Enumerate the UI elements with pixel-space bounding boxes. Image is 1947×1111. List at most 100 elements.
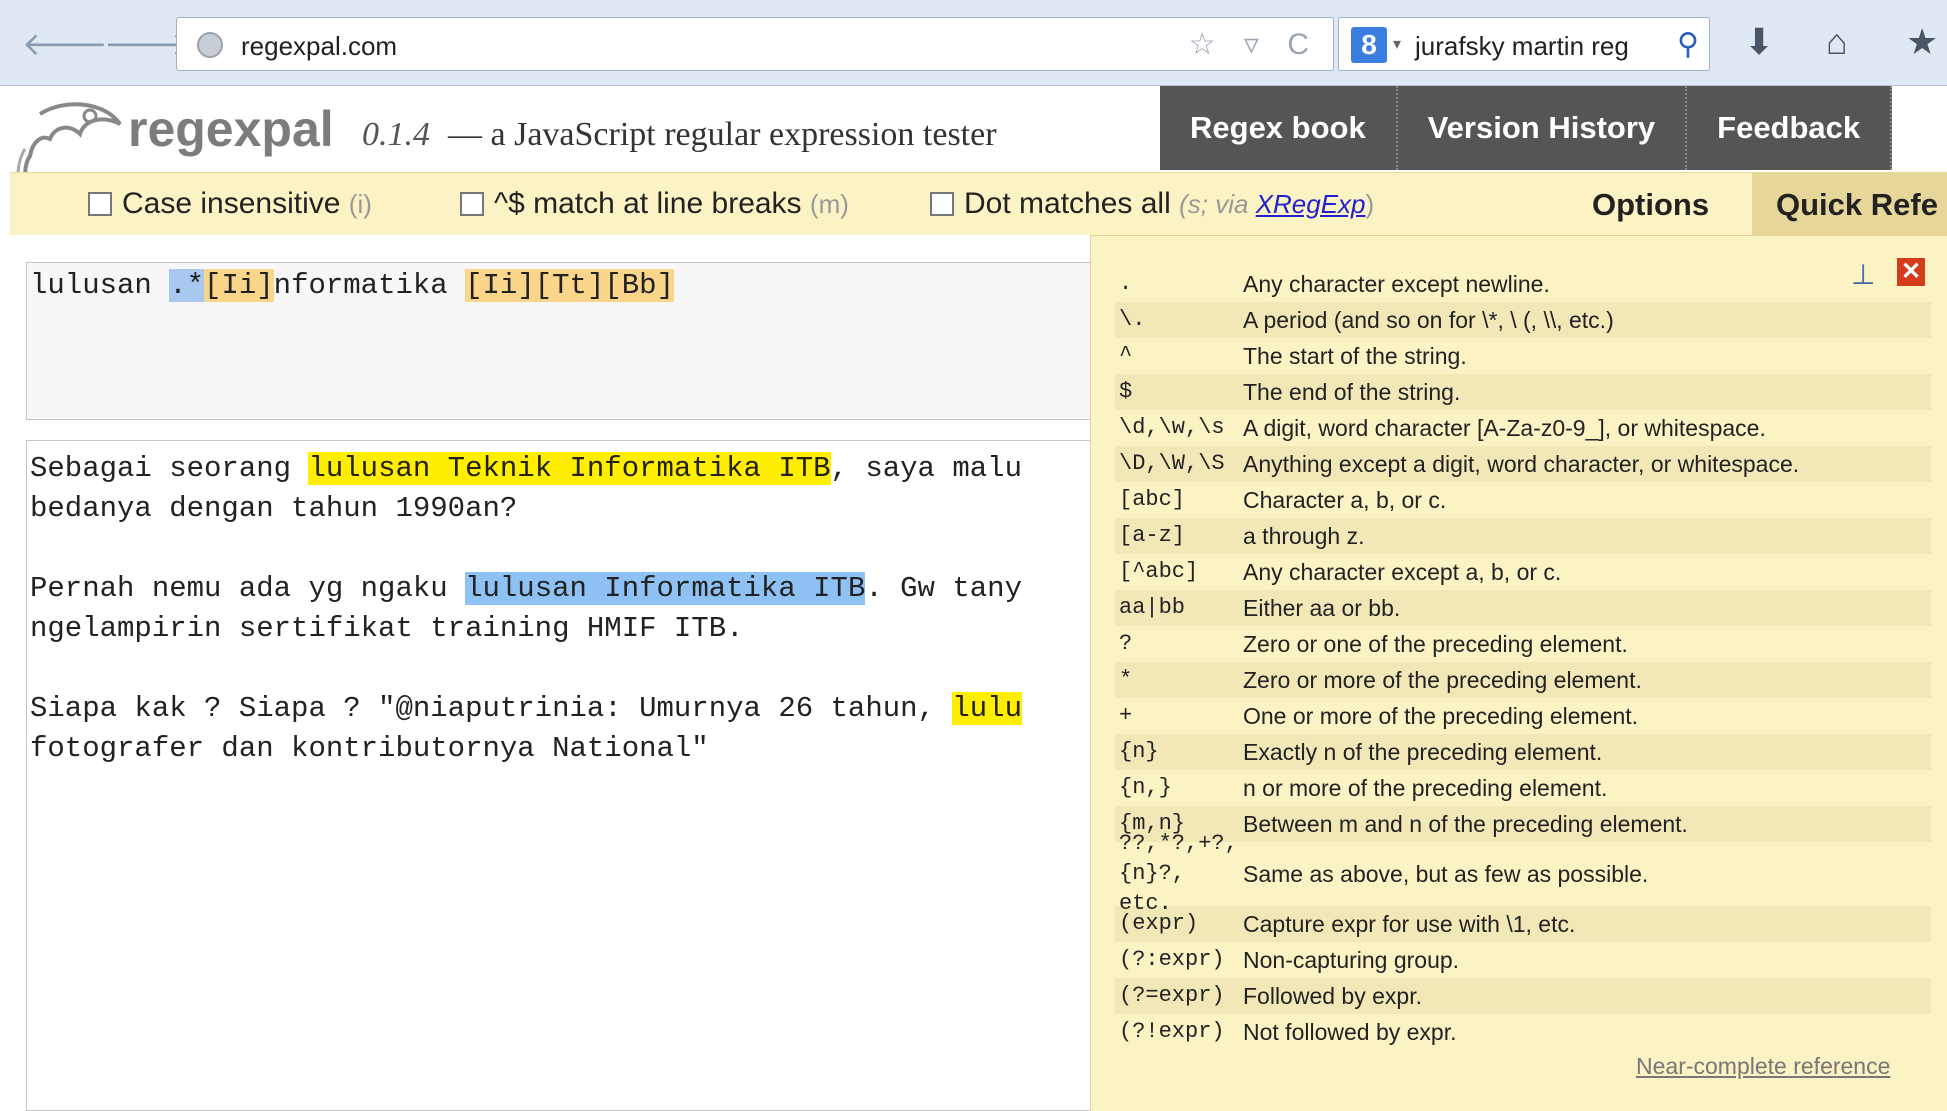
regex-input[interactable]: lulusan .*[Ii]nformatika [Ii][Tt][Bb] — [26, 262, 1096, 420]
text-line: fotografer dan kontributornya National" — [30, 732, 709, 765]
top-nav: Regex book Version History Feedback — [1160, 86, 1893, 170]
reference-row: aa|bb Either aa or bb. — [1115, 590, 1931, 626]
dot-all-option[interactable]: Dot matches all (s; via XRegExp) — [930, 187, 1374, 221]
reference-description: Either aa or bb. — [1243, 594, 1401, 621]
text-run: Sebagai seorang — [30, 452, 309, 485]
download-icon[interactable]: ⬇ — [1744, 22, 1774, 62]
reference-row: ??,*?,+?, {n}?, etc. Same as above, but a… — [1115, 831, 1931, 916]
reference-symbol: \D,\W,\S — [1119, 451, 1225, 476]
quick-reference-panel: ⊥ ✕ . Any character except newline. \. A pe… — [1090, 235, 1947, 1111]
reference-symbol: . — [1119, 271, 1133, 296]
reference-row: $ The end of the string. — [1115, 374, 1931, 410]
text-run: , saya malu — [830, 452, 1022, 485]
reference-row: ? Zero or one of the preceding element. — [1115, 626, 1931, 662]
reference-symbol: (?=expr) — [1119, 983, 1225, 1008]
reference-row: \d,\w,\s A digit, word character [A-Za-z0… — [1115, 410, 1931, 446]
bookmark-star-icon[interactable]: ☆ ▿ C — [1189, 27, 1319, 62]
reference-row: \. A period (and so on for \*, \ (, \\, e… — [1115, 302, 1931, 338]
reference-symbol: [a-z] — [1119, 523, 1186, 548]
reference-row: [^abc] Any character except a, b, or c. — [1115, 554, 1931, 590]
text-line: Sebagai seorang lulusan Teknik Informati… — [30, 449, 1092, 489]
search-engine-dropdown-icon[interactable]: ▾ — [1393, 34, 1401, 54]
regex-literal: nformatika — [273, 269, 466, 302]
reference-description: Zero or one of the preceding element. — [1243, 630, 1628, 657]
reference-symbol: $ — [1119, 379, 1133, 404]
reference-row: [abc] Character a, b, or c. — [1115, 482, 1931, 518]
reference-description: Not followed by expr. — [1243, 1018, 1457, 1045]
search-engine-icon[interactable]: 8 — [1351, 27, 1387, 63]
match-highlight: lulusan Teknik Informatika ITB — [308, 452, 831, 485]
reference-description: Any character except newline. — [1243, 270, 1550, 297]
address-bar[interactable]: regexpal.com ☆ ▿ C — [176, 17, 1334, 71]
text-line: bedanya dengan tahun 1990an? — [30, 492, 518, 525]
line-breaks-label: ^$ match at line breaks — [494, 187, 802, 220]
text-run: Pernah nemu ada yg ngaku — [30, 572, 466, 605]
reference-row: (expr) Capture expr for use with \1, etc. — [1115, 906, 1931, 942]
reference-description: Exactly n of the preceding element. — [1243, 738, 1603, 765]
reference-description: Followed by expr. — [1243, 982, 1422, 1009]
line-breaks-option[interactable]: ^$ match at line breaks (m) — [460, 187, 849, 221]
reference-description: Same as above, but as few as possible. — [1243, 860, 1649, 887]
reference-description: Capture expr for use with \1, etc. — [1243, 910, 1576, 937]
reference-row: {n} Exactly n of the preceding element. — [1115, 734, 1931, 770]
search-icon[interactable]: ⚲ — [1677, 27, 1699, 62]
regex-token: [Tt] — [534, 269, 605, 302]
line-breaks-flag: (m) — [809, 189, 849, 219]
regex-literal: lulusan — [30, 269, 170, 302]
reference-description: The start of the string. — [1243, 342, 1467, 369]
near-complete-reference-link[interactable]: Near-complete reference — [1636, 1053, 1890, 1080]
reference-row: * Zero or more of the preceding element. — [1115, 662, 1931, 698]
reference-row: \D,\W,\S Anything except a digit, word ch… — [1115, 446, 1931, 482]
bookmarks-icon[interactable]: ★ — [1906, 22, 1938, 62]
text-line: Siapa kak ? Siapa ? "@niaputrinia: Umurn… — [30, 689, 1092, 729]
reference-description: Anything except a digit, word character,… — [1243, 450, 1800, 477]
reference-row: . Any character except newline. — [1115, 266, 1931, 302]
options-button[interactable]: Options — [1592, 187, 1709, 223]
forward-icon[interactable]: 🡒 — [104, 24, 190, 64]
reference-description: One or more of the preceding element. — [1243, 702, 1639, 729]
browser-toolbar: 🡐 🡒 regexpal.com ☆ ▿ C 8 ▾ jurafsky mart… — [0, 0, 1947, 86]
match-highlight: lulu — [952, 692, 1022, 725]
case-insensitive-checkbox[interactable] — [88, 192, 112, 216]
text-run: . Gw tany — [865, 572, 1022, 605]
xregexp-link[interactable]: XRegExp — [1256, 189, 1366, 219]
back-icon[interactable]: 🡐 — [22, 24, 108, 64]
test-text-area[interactable]: Sebagai seorang lulusan Teknik Informati… — [26, 440, 1096, 1111]
url-text[interactable]: regexpal.com — [241, 31, 397, 62]
search-bar[interactable]: 8 ▾ jurafsky martin reg ⚲ — [1338, 17, 1710, 71]
dot-all-checkbox[interactable] — [930, 192, 954, 216]
reference-description: Non-capturing group. — [1243, 946, 1460, 973]
reference-description: a through z. — [1243, 522, 1365, 549]
app-header: regexpal 0.1.4 — a JavaScript regular ex… — [10, 86, 1947, 208]
line-breaks-checkbox[interactable] — [460, 192, 484, 216]
brand-title: regexpal — [128, 101, 334, 157]
home-icon[interactable]: ⌂ — [1826, 22, 1848, 62]
nav-regex-book[interactable]: Regex book — [1160, 86, 1398, 170]
reference-description: A digit, word character [A-Za-z0-9_], or… — [1243, 414, 1766, 441]
reference-row: {n,} n or more of the preceding element. — [1115, 770, 1931, 806]
case-insensitive-label: Case insensitive — [122, 187, 341, 220]
search-input[interactable]: jurafsky martin reg — [1415, 31, 1629, 62]
reference-row: (?=expr) Followed by expr. — [1115, 978, 1931, 1014]
text-line: Pernah nemu ada yg ngaku lulusan Informa… — [30, 569, 1092, 609]
case-insensitive-option[interactable]: Case insensitive (i) — [88, 187, 372, 221]
reference-symbol: + — [1119, 703, 1133, 728]
reference-description: Character a, b, or c. — [1243, 486, 1447, 513]
reference-symbol: \d,\w,\s — [1119, 415, 1225, 440]
reference-symbol: \. — [1119, 307, 1146, 332]
match-highlight: lulusan Informatika ITB — [465, 572, 866, 605]
reference-symbol: ??,*?,+?, {n}?, etc. — [1119, 831, 1238, 916]
case-flag: (i) — [348, 189, 372, 219]
reference-symbol: aa|bb — [1119, 595, 1186, 620]
nav-version-history[interactable]: Version History — [1397, 86, 1688, 170]
regex-token: [Ii] — [465, 269, 535, 302]
quick-reference-tab[interactable]: Quick Refe — [1752, 173, 1947, 236]
reference-symbol: {n} — [1119, 739, 1159, 764]
reference-symbol: [^abc] — [1119, 559, 1199, 584]
regex-token: [Bb] — [604, 269, 674, 302]
reference-symbol: (expr) — [1119, 911, 1199, 936]
reference-symbol: (?!expr) — [1119, 1019, 1225, 1044]
nav-feedback[interactable]: Feedback — [1687, 86, 1893, 170]
